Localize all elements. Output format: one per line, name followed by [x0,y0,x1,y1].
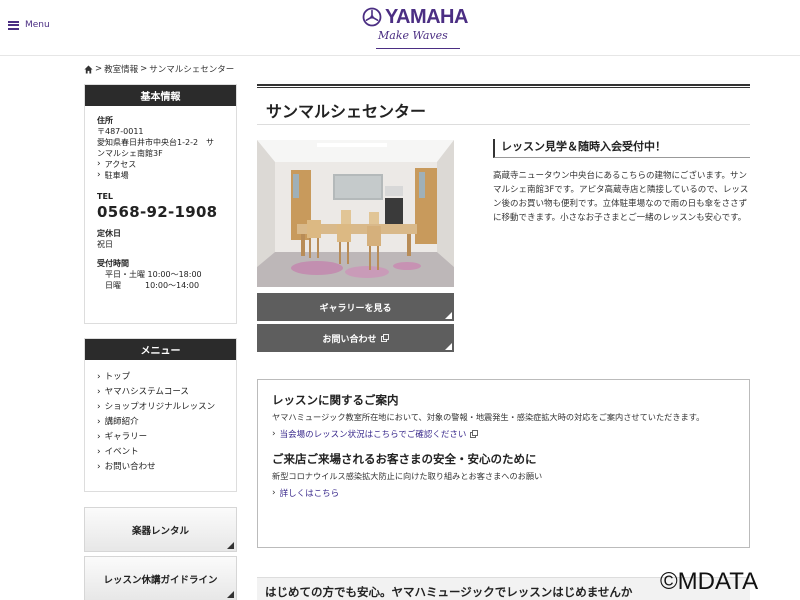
menu-label: Menu [25,20,50,30]
breadcrumb-separator: > [140,64,148,74]
lesson-status-link-label: 当会場のレッスン状況はこちらでご確認ください [279,430,467,440]
breadcrumb-current: サンマルシェセンター [149,65,235,75]
parking-link-label: 駐車場 [104,171,129,180]
sidebar-item-label: イベント [104,447,139,457]
menu-button[interactable]: Menu [8,20,50,30]
sidebar-item-label: 講師紹介 [104,417,139,427]
chevron-right-icon: › [97,159,101,169]
chevron-right-icon: › [97,417,101,427]
home-icon[interactable] [84,64,93,74]
lesson-description: 高蔵寺ニュータウン中央台にあるこちらの建物にございます。サンマルシェ南館3Fです… [493,171,749,223]
breadcrumb: > 教室情報 > サンマルシェセンター [84,63,234,75]
sidebar-item-label: ヤマハシステムコース [104,387,189,397]
chevron-right-icon: › [97,387,101,397]
breadcrumb-separator: > [95,64,103,74]
external-window-icon [470,430,479,438]
lesson-status-link[interactable]: › 当会場のレッスン状況はこちらでご確認ください [272,428,735,440]
chevron-right-icon: › [97,462,101,472]
notice-title-lessons: レッスンに関するご案内 [272,393,399,407]
watermark: ©MDATA [660,568,759,595]
sidebar-item-label: ショップオリジナルレッスン [104,402,216,412]
hours-label: 受付時間 [97,259,129,268]
instrument-rental-button[interactable]: 楽器レンタル [84,507,237,552]
phone-number[interactable]: 0568-92-1908 [97,202,224,222]
logo-underline [376,48,460,49]
contact-button-label: お問い合わせ [322,334,377,345]
sidebar-item-label: お問い合わせ [104,462,156,472]
basic-info-panel: 基本情報 住所 〒487-0011 愛知県春日井市中央台1-2-2 サ ンマルシ… [84,84,237,324]
corner-arrow-icon [227,542,234,549]
title-rule [257,84,750,88]
sidebar-item-instructors[interactable]: › 講師紹介 [97,415,224,430]
sidebar-item-label: トップ [104,372,131,382]
sidebar-item-gallery[interactable]: › ギャラリー [97,430,224,445]
corner-arrow-icon [445,343,452,350]
tuning-fork-logo-icon [362,7,382,27]
corner-arrow-icon [445,312,452,319]
safety-details-link[interactable]: › 詳しくはこちら [272,487,735,499]
access-link[interactable]: › アクセス [97,159,224,170]
address-line: ンマルシェ南館3F [97,149,163,158]
notice-text-lessons: ヤマハミュージック教室所在地において、対象の警報・地震発生・感染症拡大時の対応を… [272,412,705,422]
basic-info-heading: 基本情報 [85,85,236,106]
closed-day-label: 定休日 [97,229,121,238]
hamburger-icon [8,20,19,30]
chevron-right-icon: › [97,402,101,412]
notice-title-safety: ご来店ご来場されるお客さまの安全・安心のために [272,452,537,466]
postal-code: 〒487-0011 [97,127,144,136]
instrument-rental-label: 楽器レンタル [131,525,189,537]
classroom-photo [257,140,454,287]
notice-panel: レッスンに関するご案内 ヤマハミュージック教室所在地において、対象の警報・地震発… [257,379,750,548]
hours-sunday: 日曜 10:00～14:00 [105,281,200,290]
sidebar-item-top[interactable]: › トップ [97,370,224,385]
gallery-button[interactable]: ギャラリーを見る [257,293,454,321]
lesson-cancellation-guideline-button[interactable]: レッスン休講ガイドライン [84,556,237,600]
lesson-heading: レッスン見学＆随時入会受付中！ [493,139,750,158]
sidebar-item-yamaha-system-course[interactable]: › ヤマハシステムコース [97,385,224,400]
access-link-label: アクセス [104,160,137,169]
yamaha-logo[interactable]: YAMAHA Make Waves [362,7,472,51]
address-label: 住所 [97,116,113,125]
site-header: Menu YAMAHA Make Waves [0,0,800,56]
notice-text-safety: 新型コロナウイルス感染拡大防止に向けた取り組みとお客さまへのお願い [272,471,543,481]
closed-day-value: 祝日 [97,240,113,249]
logo-wordmark: YAMAHA [385,6,468,28]
hours-weekday: 平日・土曜 10:00～18:00 [105,270,202,279]
sidebar-item-shop-original-lessons[interactable]: › ショップオリジナルレッスン [97,400,224,415]
chevron-right-icon: › [97,432,101,442]
address-line: 愛知県春日井市中央台1-2-2 サ [97,138,215,147]
breadcrumb-classroom-info[interactable]: 教室情報 [104,63,138,75]
sidebar-item-contact[interactable]: › お問い合わせ [97,460,224,475]
chevron-right-icon: › [97,447,101,457]
safety-details-link-label: 詳しくはこちら [279,489,340,499]
chevron-right-icon: › [97,170,101,180]
logo-tagline: Make Waves [378,29,448,42]
title-divider [257,124,750,125]
chevron-right-icon: › [272,429,276,439]
external-window-icon [380,334,389,342]
gallery-button-label: ギャラリーを見る [319,303,392,314]
tel-label: TEL [97,192,114,201]
page-title: サンマルシェセンター [266,102,427,121]
guideline-label: レッスン休講ガイドライン [103,574,218,586]
chevron-right-icon: › [97,372,101,382]
contact-button[interactable]: お問い合わせ [257,324,454,352]
parking-link[interactable]: › 駐車場 [97,170,224,181]
sidebar-menu-heading: メニュー [85,339,236,360]
sidebar-item-label: ギャラリー [104,432,148,442]
sidebar-menu-panel: メニュー › トップ › ヤマハシステムコース › ショップオリジナルレッスン › 講師… [84,338,237,492]
corner-arrow-icon [227,591,234,598]
sidebar-item-events[interactable]: › イベント [97,445,224,460]
chevron-right-icon: › [272,488,276,498]
